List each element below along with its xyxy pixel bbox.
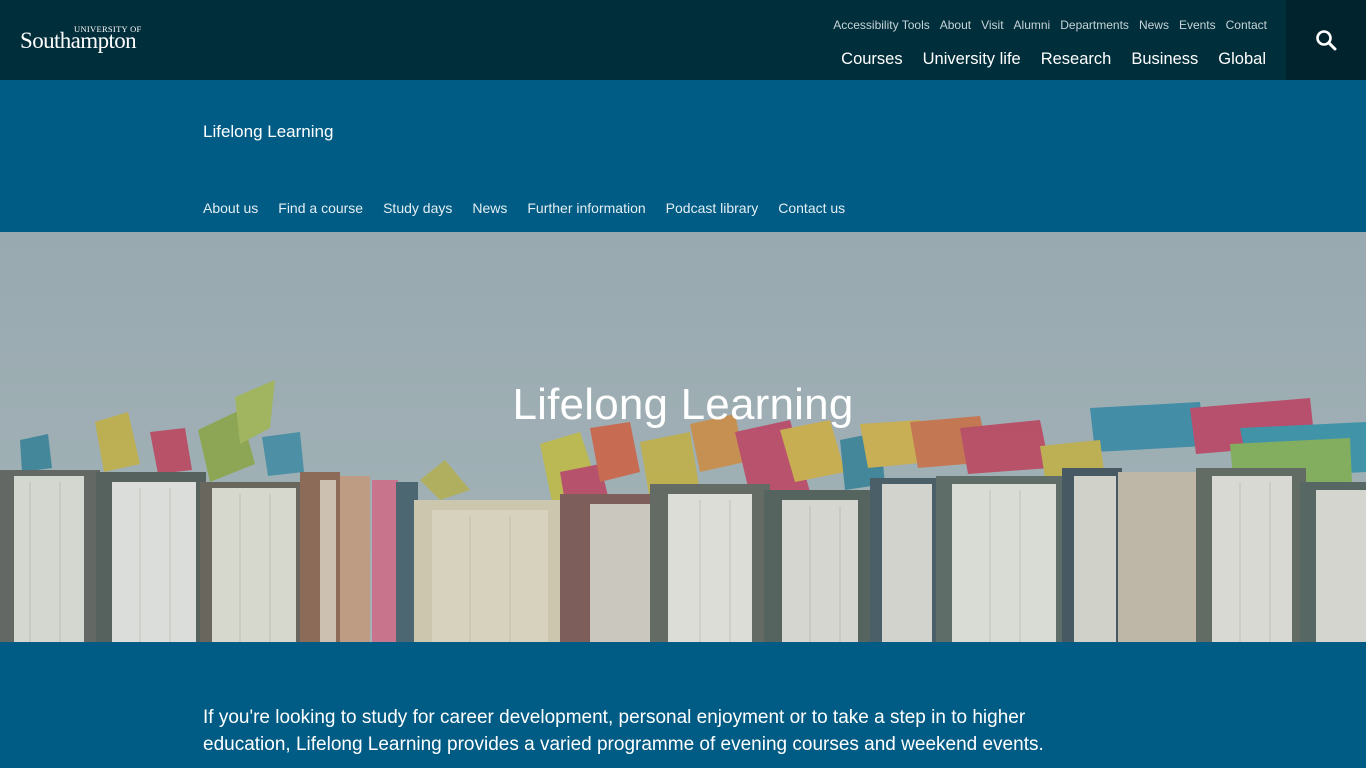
intro-paragraph: If you're looking to study for career de… bbox=[203, 707, 1044, 755]
hero-books-image bbox=[0, 232, 1366, 642]
search-button[interactable] bbox=[1286, 0, 1366, 80]
logo-big-text: Southampton bbox=[20, 28, 137, 53]
subnav-study-days[interactable]: Study days bbox=[383, 200, 452, 216]
subnav-further-information[interactable]: Further information bbox=[527, 200, 645, 216]
subnav-contact-us[interactable]: Contact us bbox=[778, 200, 845, 216]
university-logo[interactable]: UNIVERSITY OF Southampton bbox=[20, 22, 160, 58]
subnav-podcast-library[interactable]: Podcast library bbox=[666, 200, 759, 216]
search-icon bbox=[1316, 30, 1337, 51]
util-link-accessibility-tools[interactable]: Accessibility Tools bbox=[833, 18, 929, 32]
main-nav-research[interactable]: Research bbox=[1041, 50, 1112, 69]
util-link-alumni[interactable]: Alumni bbox=[1014, 18, 1051, 32]
hero-banner: Lifelong Learning bbox=[0, 232, 1366, 642]
utility-nav: Accessibility Tools About Visit Alumni D… bbox=[833, 18, 1267, 32]
util-link-about[interactable]: About bbox=[940, 18, 971, 32]
util-link-departments[interactable]: Departments bbox=[1060, 18, 1129, 32]
main-nav-business[interactable]: Business bbox=[1131, 50, 1198, 69]
util-link-events[interactable]: Events bbox=[1179, 18, 1216, 32]
main-nav-global[interactable]: Global bbox=[1218, 50, 1266, 69]
section-subnav: About us Find a course Study days News F… bbox=[203, 200, 845, 216]
util-link-news[interactable]: News bbox=[1139, 18, 1169, 32]
intro-section: If you're looking to study for career de… bbox=[0, 642, 1366, 768]
subnav-find-a-course[interactable]: Find a course bbox=[278, 200, 363, 216]
util-link-visit[interactable]: Visit bbox=[981, 18, 1003, 32]
util-link-contact[interactable]: Contact bbox=[1226, 18, 1267, 32]
section-header: Lifelong Learning About us Find a course… bbox=[0, 80, 1366, 232]
main-nav-courses[interactable]: Courses bbox=[841, 50, 902, 69]
hero-title: Lifelong Learning bbox=[512, 380, 854, 429]
site-header: UNIVERSITY OF Southampton Accessibility … bbox=[0, 0, 1366, 80]
section-title-link[interactable]: Lifelong Learning bbox=[203, 122, 333, 142]
subnav-about-us[interactable]: About us bbox=[203, 200, 258, 216]
main-nav: Courses University life Research Busines… bbox=[841, 50, 1266, 69]
main-nav-university-life[interactable]: University life bbox=[923, 50, 1021, 69]
subnav-news[interactable]: News bbox=[472, 200, 507, 216]
